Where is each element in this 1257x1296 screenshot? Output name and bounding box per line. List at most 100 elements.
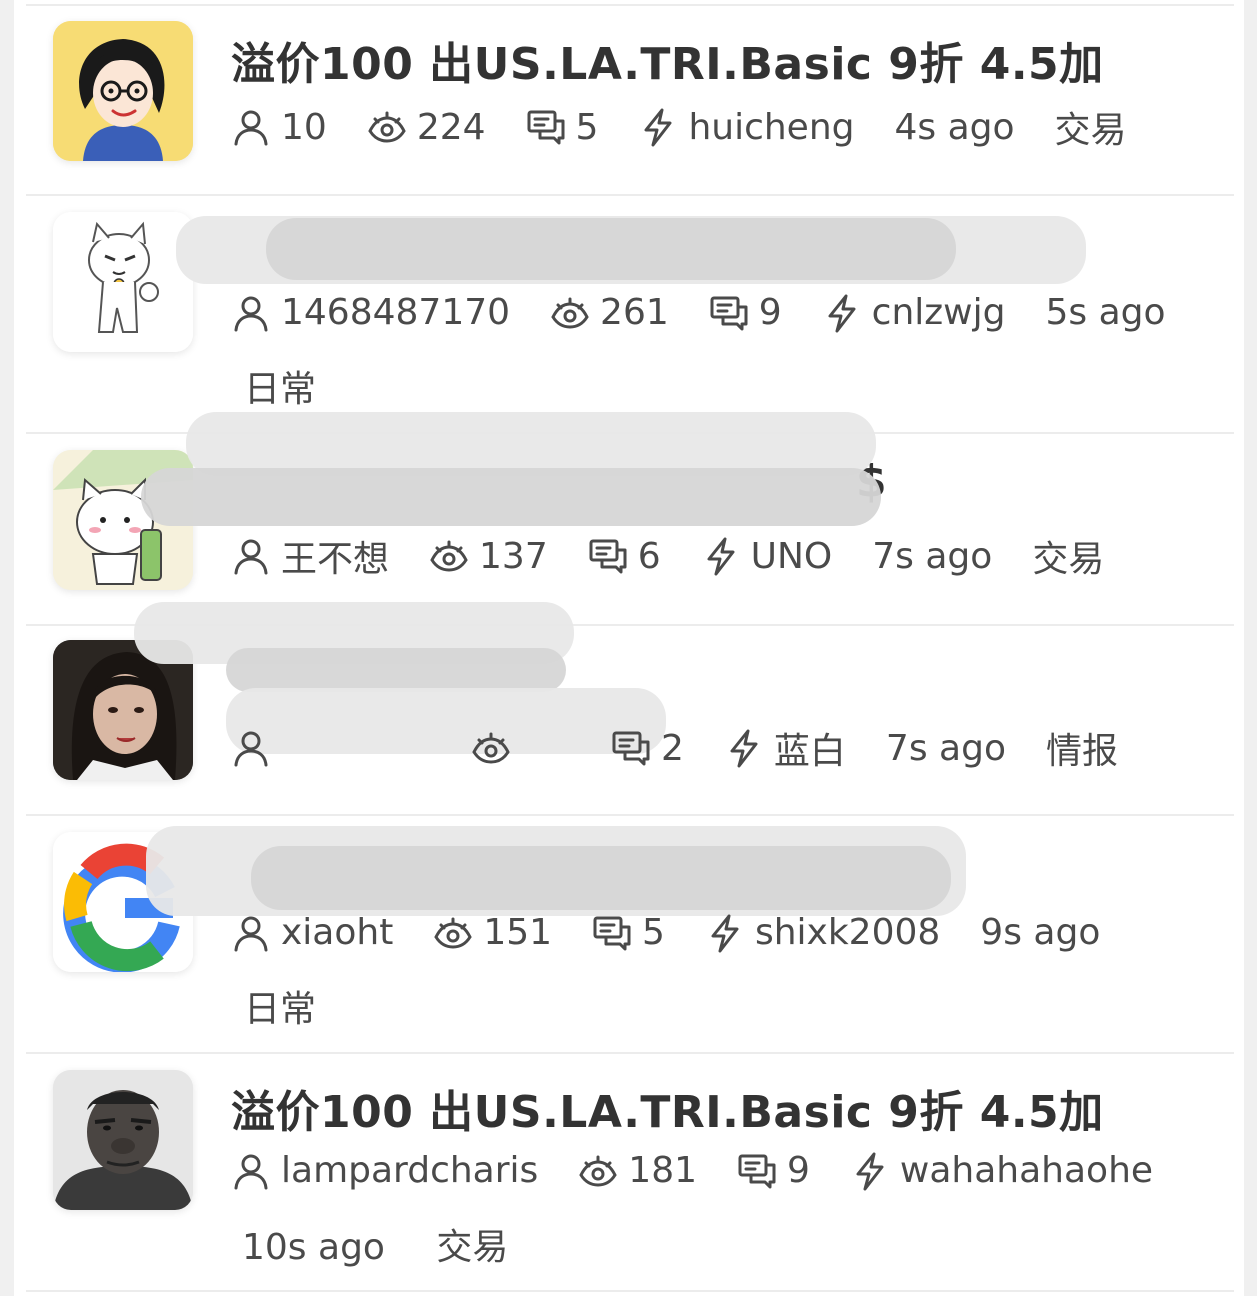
eye-icon — [471, 728, 511, 768]
last-reply-user[interactable]: cnlzwjg — [872, 292, 1006, 333]
redaction-mask — [141, 468, 881, 526]
author-name[interactable]: xiaoht — [281, 912, 393, 953]
topic-meta: 2 蓝白 7s ago 情报 — [231, 722, 1118, 774]
bolt-icon — [705, 913, 745, 953]
redaction-mask — [266, 218, 956, 280]
user-icon — [231, 913, 271, 953]
replies-count: 6 — [637, 535, 661, 577]
avatar[interactable] — [53, 1070, 193, 1210]
last-reply-user[interactable]: shixk2008 — [755, 912, 940, 953]
topic-row[interactable]: $ 王不想 137 6 UNO 7s ago 交易 — [26, 412, 1234, 626]
topic-meta: 1468487170 261 9 cnlzwjg 5s ago — [231, 292, 1206, 333]
eye-icon — [550, 293, 590, 333]
topic-list: 溢价100 出US.LA.TRI.Basic 9折 4.5加 10 224 5 … — [14, 0, 1244, 1296]
replies-count: 5 — [642, 912, 665, 953]
topic-meta: 王不想 137 6 UNO 7s ago 交易 — [231, 530, 1104, 582]
topic-row[interactable]: 1468487170 261 9 cnlzwjg 5s ago 日常 — [26, 196, 1234, 434]
reply-icon — [737, 1151, 777, 1191]
user-icon — [231, 293, 271, 333]
last-reply-user[interactable]: 蓝白 — [774, 722, 846, 774]
topic-meta: xiaoht 151 5 shixk2008 9s ago — [231, 912, 1140, 953]
views — [471, 728, 571, 768]
author-name[interactable]: lampardcharis — [281, 1150, 538, 1191]
replies: 9 — [709, 292, 782, 333]
topic-meta-wrap: 10s ago 交易 — [242, 1218, 548, 1270]
category-tag[interactable]: 交易 — [436, 1227, 508, 1268]
author[interactable] — [231, 728, 431, 768]
time: 4s ago — [894, 106, 1015, 148]
topic-row[interactable]: xiaoht 151 5 shixk2008 9s ago 日常 — [26, 816, 1234, 1054]
user-icon — [231, 728, 271, 768]
topic-meta-wrap: 日常 — [244, 360, 356, 412]
last-reply-user[interactable]: UNO — [751, 536, 833, 577]
category-tag[interactable]: 交易 — [1055, 101, 1127, 153]
eye-icon — [433, 913, 473, 953]
eye-icon — [578, 1151, 618, 1191]
time: 9s ago — [980, 912, 1101, 953]
replies-count: 2 — [661, 727, 684, 769]
topic-meta: lampardcharis 181 9 wahahahaohe — [231, 1150, 1193, 1191]
topic-row[interactable]: 2 蓝白 7s ago 情报 — [26, 602, 1234, 816]
last-reply-user[interactable]: huicheng — [688, 107, 854, 148]
category-tag[interactable]: 日常 — [244, 989, 316, 1030]
replies-count: 5 — [575, 106, 599, 148]
reply-icon — [526, 107, 566, 147]
topic-meta-wrap: 日常 — [244, 980, 356, 1032]
views: 224 — [367, 107, 486, 148]
author[interactable]: 1468487170 — [231, 292, 510, 333]
last-reply[interactable]: shixk2008 — [705, 912, 940, 953]
last-reply[interactable]: UNO — [701, 536, 833, 577]
bolt-icon — [822, 293, 862, 333]
eye-icon — [367, 107, 407, 147]
author[interactable]: lampardcharis — [231, 1150, 538, 1191]
views-count: 261 — [600, 292, 669, 333]
last-reply[interactable]: 蓝白 — [724, 722, 846, 774]
author[interactable]: 10 — [231, 107, 327, 148]
views: 137 — [429, 536, 548, 577]
category-tag[interactable]: 交易 — [1032, 530, 1104, 582]
last-reply[interactable]: wahahahaohe — [850, 1150, 1153, 1191]
replies: 9 — [737, 1150, 810, 1191]
reply-icon — [588, 536, 628, 576]
bolt-icon — [701, 536, 741, 576]
views-count: 151 — [483, 912, 553, 953]
category-tag[interactable]: 情报 — [1046, 722, 1118, 774]
reply-icon — [592, 913, 632, 953]
topic-title[interactable]: 溢价100 出US.LA.TRI.Basic 9折 4.5加 — [231, 1076, 1104, 1140]
avatar[interactable] — [53, 21, 193, 161]
time: 5s ago — [1045, 292, 1166, 333]
time: 7s ago — [872, 535, 993, 577]
views: 151 — [433, 912, 552, 953]
views: 261 — [550, 292, 669, 333]
redaction-mask — [186, 412, 876, 476]
avatar[interactable] — [53, 212, 193, 352]
author-name[interactable]: 王不想 — [281, 530, 389, 582]
author-name[interactable]: 1468487170 — [281, 292, 510, 333]
topic-row[interactable]: 溢价100 出US.LA.TRI.Basic 9折 4.5加 10 224 5 … — [26, 6, 1234, 196]
eye-icon — [429, 536, 469, 576]
replies: 5 — [592, 912, 665, 953]
bolt-icon — [850, 1151, 890, 1191]
last-reply[interactable]: cnlzwjg — [822, 292, 1006, 333]
reply-icon — [611, 728, 651, 768]
category-tag[interactable]: 日常 — [244, 369, 316, 410]
redaction-mask — [251, 846, 951, 910]
author[interactable]: xiaoht — [231, 912, 393, 953]
time: 7s ago — [885, 727, 1006, 769]
reply-icon — [709, 293, 749, 333]
bolt-icon — [638, 107, 678, 147]
time: 10s ago — [242, 1227, 385, 1268]
user-icon — [231, 536, 271, 576]
author[interactable]: 王不想 — [231, 530, 389, 582]
replies-count: 9 — [787, 1150, 810, 1191]
views-count: 137 — [479, 535, 548, 577]
author-name[interactable]: 10 — [281, 107, 327, 148]
topic-meta: 10 224 5 huicheng 4s ago 交易 — [231, 101, 1127, 153]
replies: 5 — [526, 106, 599, 148]
replies: 6 — [588, 536, 661, 577]
topic-row[interactable]: 溢价100 出US.LA.TRI.Basic 9折 4.5加 lampardch… — [26, 1054, 1234, 1292]
last-reply-user[interactable]: wahahahaohe — [900, 1150, 1153, 1191]
user-icon — [231, 107, 271, 147]
topic-title[interactable]: 溢价100 出US.LA.TRI.Basic 9折 4.5加 — [231, 28, 1104, 92]
last-reply[interactable]: huicheng — [638, 107, 855, 148]
